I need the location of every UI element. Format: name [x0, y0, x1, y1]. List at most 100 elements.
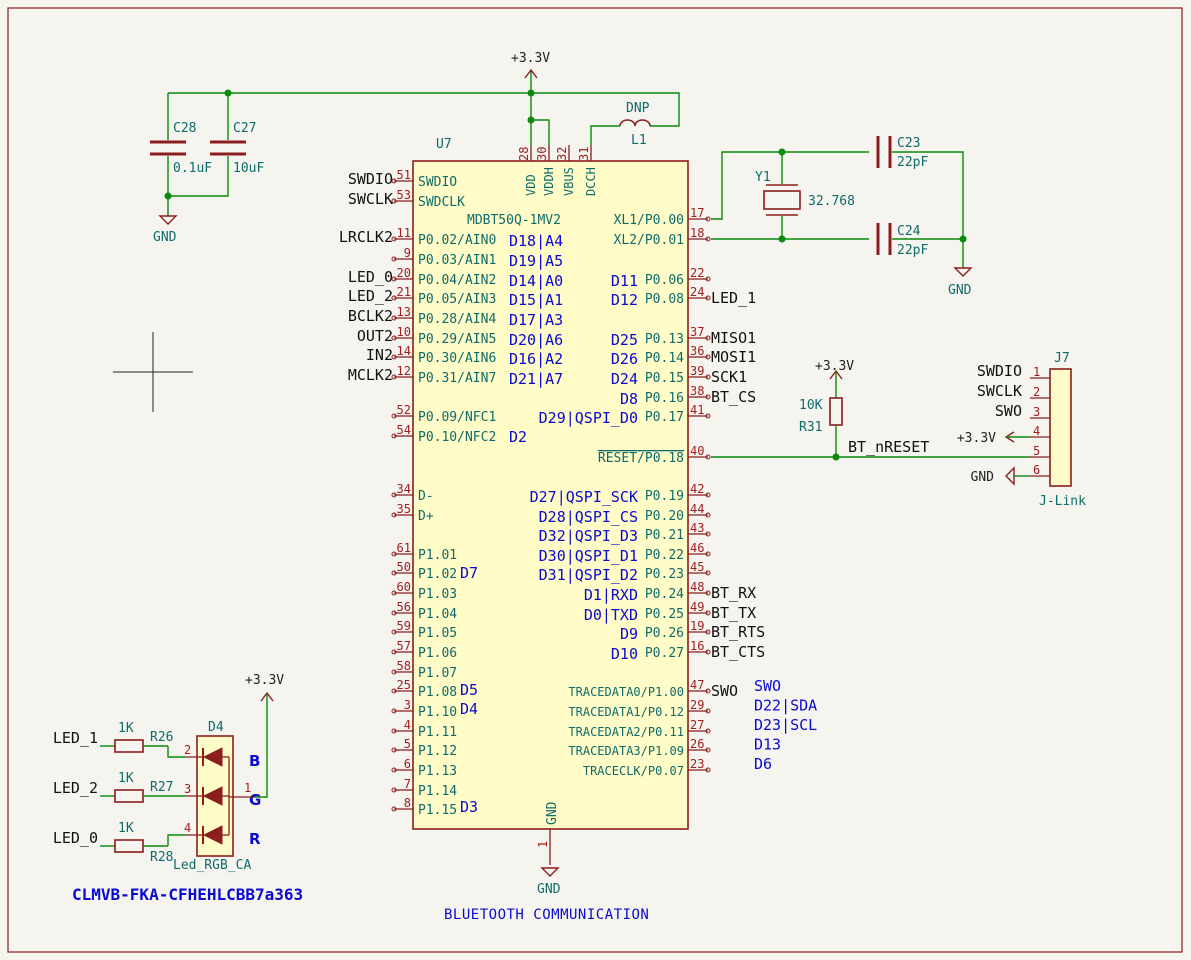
net-label: OUT2 [357, 327, 393, 345]
u7-alias-left: D18|A4 [509, 232, 563, 250]
u7-left-pin-name: P1.11 [418, 725, 457, 740]
y1-value: 32.768 [808, 194, 855, 209]
u7-left-pin-name: P1.10 [418, 705, 457, 720]
u7-left-pin-num: 21 [397, 285, 411, 299]
u7-left-pin-name: P1.06 [418, 646, 457, 661]
u7-alias-right: D0|TXD [584, 606, 638, 624]
u7-right-pin-name: P0.08 [645, 292, 684, 307]
c27-value: 10uF [233, 161, 264, 176]
u7-left-pin-num: 5 [404, 737, 411, 751]
u7-gnd-pin-name: GND [545, 801, 560, 825]
u7-alias-right: D10 [611, 645, 638, 663]
led-pin-num: 3 [184, 782, 191, 796]
d4-value: Led_RGB_CA [173, 858, 251, 873]
led-part-number: CLMVB-FKA-CFHEHLCBB7a363 [72, 885, 303, 904]
u7-left-pin-num: 59 [397, 619, 411, 633]
resistor-ref: R28 [150, 850, 173, 865]
u7-alias-left: D15|A1 [509, 291, 563, 309]
power-symbol-3v3-top: +3.3V [511, 51, 550, 93]
u7-alias-left: D19|A5 [509, 252, 563, 270]
u7-alias-left: D16|A2 [509, 350, 563, 368]
u7-right-pin-num: 16 [690, 639, 704, 653]
u7-left-pin-name: P0.28/AIN4 [418, 312, 496, 327]
u7-left-pin-name: P1.08 [418, 685, 457, 700]
u7-right-pin-name: P0.25 [645, 607, 684, 622]
gnd-label-crystal: GND [948, 283, 972, 298]
net-label: LED_1 [53, 729, 98, 747]
u7-alias-right: D27|QSPI_SCK [530, 488, 638, 506]
u7-right-pin-num: 27 [690, 718, 704, 732]
u7-right-pin-name: P0.23 [645, 567, 684, 582]
sheet-title: BLUETOOTH COMMUNICATION [444, 907, 649, 923]
u7-right-pin-num: 39 [690, 364, 704, 378]
u7-right-pin-name: TRACEDATA0/P1.00 [568, 685, 684, 699]
led-common-pin: 1 [244, 781, 251, 795]
u7-left-pin-num: 25 [397, 678, 411, 692]
u7-left-pin-num: 51 [397, 168, 411, 182]
net-label: SWCLK [348, 190, 393, 208]
power-label-3v3-led: +3.3V [245, 673, 284, 688]
j7-pins: 1 SWDIO 2 SWCLK 3 SWO 4 +3.3V 5 6 GND [957, 362, 1050, 486]
j7-pin-num: 4 [1033, 424, 1040, 438]
u7-left-pin-name: P1.15 [418, 803, 457, 818]
resistor-ref: R27 [150, 780, 173, 795]
u7-right-pin-num: 38 [690, 384, 704, 398]
u7-left-pin-name: P0.10/NFC2 [418, 430, 496, 445]
led-color-label: B [249, 752, 260, 770]
u7-alias-right: D32|QSPI_D3 [539, 527, 638, 545]
u7-left-pin-name: P1.14 [418, 784, 457, 799]
c24-ref: C24 [897, 224, 921, 239]
u7-left-pin-num: 11 [397, 226, 411, 240]
j7-pin-num: 6 [1033, 463, 1040, 477]
u7-left-pin-name: P0.03/AIN1 [418, 253, 496, 268]
capacitor-c28: C28 0.1uF [150, 93, 212, 216]
u7-top-pin-name: VBUS [562, 167, 576, 196]
power-label-3v3: +3.3V [511, 51, 550, 66]
u7-ref: U7 [436, 137, 452, 152]
resistor-value: 1K [118, 771, 134, 786]
u7-left-pin-num: 8 [404, 796, 411, 810]
u7-left-pin-name: D+ [418, 509, 434, 524]
u7-left-pin-name: P1.01 [418, 548, 457, 563]
u7-alias-right: D28|QSPI_CS [539, 508, 638, 526]
resistor-value: 1K [118, 821, 134, 836]
u7-right-pin-name: P0.17 [645, 410, 684, 425]
net-label: BT_CS [711, 388, 756, 406]
u7-alias-right: D8 [620, 390, 638, 408]
swo-alias: D6 [754, 755, 772, 773]
u7-top-pin-num: 30 [535, 147, 549, 161]
u7-left-pin-num: 7 [404, 777, 411, 791]
u7-left-pin-name: P1.07 [418, 666, 457, 681]
u7-right-pin-num: 29 [690, 698, 704, 712]
net-label: LED_0 [53, 829, 98, 847]
u7-right-pin-name: TRACECLK/P0.07 [583, 764, 684, 778]
u7-right-pin-num: 24 [690, 285, 704, 299]
resistor-body [114, 789, 144, 803]
u7-alias-right: D24 [611, 370, 638, 388]
led-color-label: R [249, 830, 261, 848]
y1-ref: Y1 [755, 170, 771, 185]
capacitor-c27: C27 10uF [168, 93, 264, 197]
u7-right-pin-name: P0.06 [645, 273, 684, 288]
u7-left-pin-num: 4 [404, 718, 411, 732]
u7-alias-right: D26 [611, 350, 638, 368]
u7-left-pin-name: P0.31/AIN7 [418, 371, 496, 386]
u7-right-pin-name: P0.24 [645, 587, 684, 602]
u7-left-pin-name: P1.12 [418, 744, 457, 759]
swo-alias: SWO [754, 677, 781, 695]
u7-alias-right: D30|QSPI_D1 [539, 547, 638, 565]
u7-top-pin-num: 31 [577, 147, 591, 161]
u7-right-pin-name: TRACEDATA2/P0.11 [568, 725, 684, 739]
u7-left-pin-num: 34 [397, 482, 411, 496]
u7-left-pin-num: 12 [397, 364, 411, 378]
net-label: SWCLK [977, 382, 1022, 400]
net-label: LED_2 [348, 287, 393, 305]
u7-left-pin-num: 56 [397, 600, 411, 614]
u7-right-pin-num: 17 [690, 206, 704, 220]
u7-right-pin-num: 43 [690, 521, 704, 535]
gnd-label-caps: GND [153, 230, 177, 245]
net-bt-nreset: BT_nRESET [848, 438, 929, 456]
u7-left-pin-num: 3 [404, 698, 411, 712]
led-pin-num: 4 [184, 821, 191, 835]
u7-left-pin-name: P0.09/NFC1 [418, 410, 496, 425]
